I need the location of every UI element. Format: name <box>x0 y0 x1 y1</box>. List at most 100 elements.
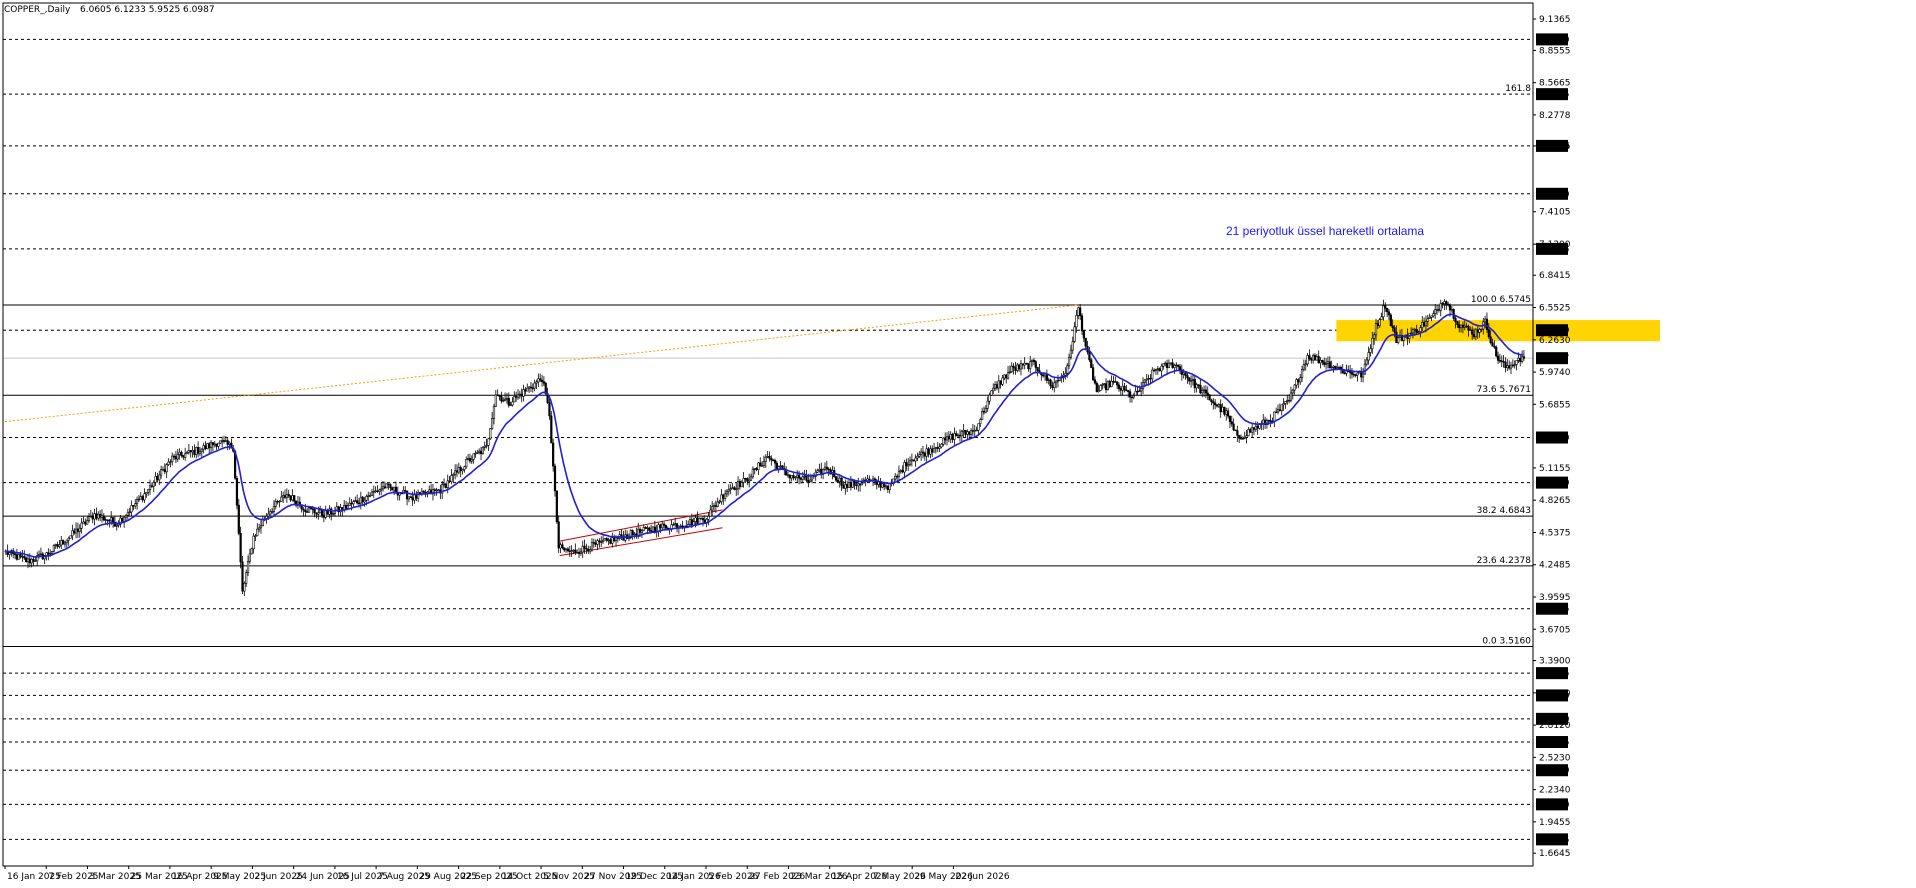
candle-body <box>733 487 736 490</box>
candle-body <box>189 450 192 453</box>
candle-body <box>1321 359 1324 363</box>
candle-body <box>1204 389 1207 394</box>
candle-body <box>1391 325 1394 328</box>
candle-body <box>245 572 248 584</box>
candle-body <box>799 477 803 480</box>
candle-body <box>1300 369 1304 378</box>
candle-body <box>494 394 497 407</box>
candle-body <box>78 527 81 532</box>
candle-body <box>984 407 987 413</box>
candle-body <box>535 381 538 384</box>
candle-body <box>1232 423 1235 431</box>
candle-body <box>1397 337 1400 344</box>
candle-body <box>816 470 819 473</box>
candle-body <box>1201 390 1204 394</box>
candle-body <box>515 396 518 398</box>
candle-body <box>711 506 714 511</box>
candle-body <box>178 451 181 455</box>
candle-body <box>156 476 159 481</box>
candle-body <box>160 469 163 476</box>
candle-body <box>1411 329 1415 334</box>
candle-body <box>907 464 910 467</box>
candle-body <box>1267 420 1270 422</box>
candle-body <box>1312 355 1315 361</box>
candle-body <box>918 454 921 457</box>
candle-body <box>531 387 534 390</box>
candle-body <box>1153 369 1156 372</box>
candle-body <box>903 462 906 473</box>
candle-body <box>1476 329 1479 333</box>
candle-body <box>1487 329 1490 338</box>
candle-body <box>411 497 414 501</box>
candle-body <box>1188 377 1191 382</box>
candle-body <box>74 528 78 534</box>
price-box-label: 2.8680 <box>1538 715 1570 725</box>
candle-body <box>1502 361 1505 363</box>
candle-body <box>962 429 965 432</box>
candle-body <box>479 450 483 455</box>
candle-body <box>106 519 109 521</box>
candle-body <box>99 514 102 518</box>
candle-body <box>1432 313 1435 317</box>
candle-body <box>958 434 962 437</box>
candle-body <box>1386 307 1389 313</box>
price-tick-label: 2.2340 <box>1539 786 1571 796</box>
candle-body <box>307 507 311 513</box>
candle-body <box>291 495 294 501</box>
candle-body <box>981 411 984 420</box>
candle-body <box>1021 363 1024 366</box>
candle-body <box>457 467 460 473</box>
candle-body <box>886 485 889 490</box>
candle-body <box>1084 337 1087 347</box>
candle-body <box>1247 429 1250 436</box>
candle-body <box>1184 372 1187 376</box>
candle-body <box>270 511 274 513</box>
candle-body <box>309 507 313 510</box>
candle-body <box>999 380 1002 385</box>
price-box-label: 7.0775 <box>1538 245 1570 255</box>
candle-body <box>1114 381 1117 383</box>
candle-body <box>1275 411 1278 414</box>
candle-body <box>699 517 703 520</box>
candle-body <box>1291 389 1294 394</box>
candle-body <box>651 526 655 532</box>
candle-body <box>716 501 719 507</box>
candle-body <box>209 442 213 449</box>
candle-body <box>1097 390 1100 393</box>
candle-body <box>32 558 35 562</box>
candle-body <box>1053 382 1056 388</box>
candle-body <box>1337 367 1341 369</box>
candle-body <box>1082 330 1085 339</box>
candle-body <box>1439 303 1442 311</box>
candle-body <box>945 436 949 441</box>
candle-body <box>1016 364 1019 371</box>
candle-body <box>1091 367 1095 381</box>
price-box-label: 3.2775 <box>1538 669 1570 679</box>
candle-body <box>304 509 307 512</box>
candle-body <box>1025 362 1028 365</box>
candle-body <box>315 512 318 515</box>
candle-body <box>675 523 679 529</box>
candle-body <box>8 552 11 555</box>
candle-body <box>428 489 431 493</box>
candle-body <box>1319 359 1322 364</box>
candle-body <box>1245 435 1248 438</box>
candle-body <box>966 431 969 435</box>
candle-body <box>1212 401 1215 404</box>
candle-body <box>583 545 586 549</box>
candle-body <box>653 526 656 532</box>
candle-body <box>1158 368 1161 372</box>
candle-body <box>724 493 727 499</box>
candle-body <box>579 551 582 554</box>
candle-body <box>1441 303 1444 305</box>
candle-body <box>222 440 226 442</box>
candle-body <box>1278 409 1281 411</box>
candle-body <box>914 457 917 462</box>
candle-body <box>1461 324 1465 328</box>
candle-body <box>1128 391 1132 398</box>
candle-body <box>1323 361 1326 365</box>
candle-body <box>574 549 577 554</box>
candle-body <box>834 476 838 481</box>
candle-body <box>468 458 472 462</box>
candle-body <box>1228 415 1232 422</box>
